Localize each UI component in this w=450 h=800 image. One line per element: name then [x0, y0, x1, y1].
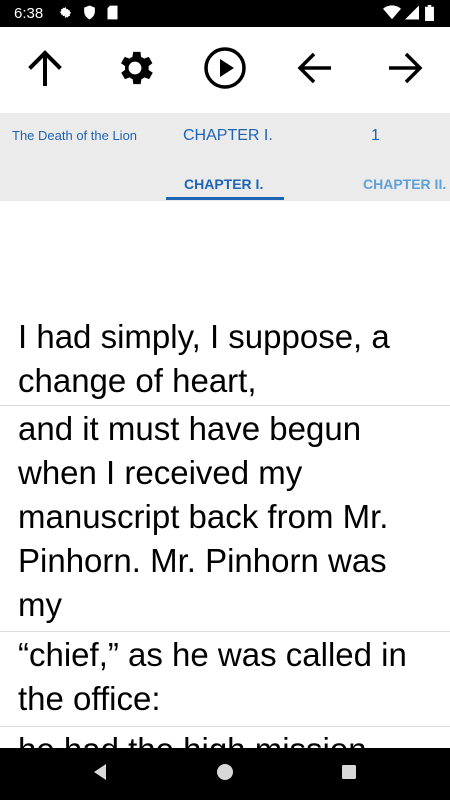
battery-icon: [425, 5, 434, 26]
play-button[interactable]: [202, 46, 248, 95]
paragraph[interactable]: I had simply, I suppose, a change of hea…: [0, 315, 450, 406]
up-button[interactable]: [22, 47, 68, 93]
back-button[interactable]: [88, 762, 112, 786]
status-bar: 6:38: [0, 0, 450, 27]
settings-notification-icon: [58, 5, 73, 25]
navigation-bar: [0, 748, 450, 800]
play-icon: [203, 46, 247, 95]
arrow-left-icon: [295, 48, 335, 93]
home-button[interactable]: [213, 762, 237, 786]
page-number: 1: [371, 127, 380, 144]
shield-icon: [83, 5, 96, 25]
home-circle-icon: [216, 763, 234, 786]
paragraph[interactable]: and it must have begun when I received m…: [0, 407, 450, 632]
up-arrow-icon: [25, 48, 65, 93]
status-time: 6:38: [14, 5, 44, 22]
settings-button[interactable]: [112, 47, 158, 93]
recents-button[interactable]: [337, 762, 361, 786]
signal-icon: [405, 5, 419, 25]
previous-button[interactable]: [292, 47, 338, 93]
recents-square-icon: [340, 763, 358, 786]
tab-indicator: [166, 197, 284, 200]
wifi-icon: [383, 5, 401, 25]
tab-chapter-1[interactable]: CHAPTER I.: [184, 176, 263, 192]
sd-card-icon: [106, 5, 119, 25]
paragraph[interactable]: “chief,” as he was called in the office:: [0, 633, 450, 727]
reading-content[interactable]: I had simply, I suppose, a change of hea…: [0, 201, 450, 748]
tab-chapter-2[interactable]: CHAPTER II.: [363, 176, 446, 192]
paragraph[interactable]: he had the high mission: [0, 728, 450, 748]
arrow-right-icon: [385, 48, 425, 93]
book-title: The Death of the Lion: [12, 128, 138, 143]
chapter-info-strip: The Death of the Lion CHAPTER I. 1 CHAPT…: [0, 113, 450, 201]
current-chapter-title: CHAPTER I.: [183, 127, 273, 144]
back-triangle-icon: [91, 763, 109, 786]
gear-icon: [113, 46, 157, 95]
next-button[interactable]: [382, 47, 428, 93]
toolbar: [0, 27, 450, 113]
